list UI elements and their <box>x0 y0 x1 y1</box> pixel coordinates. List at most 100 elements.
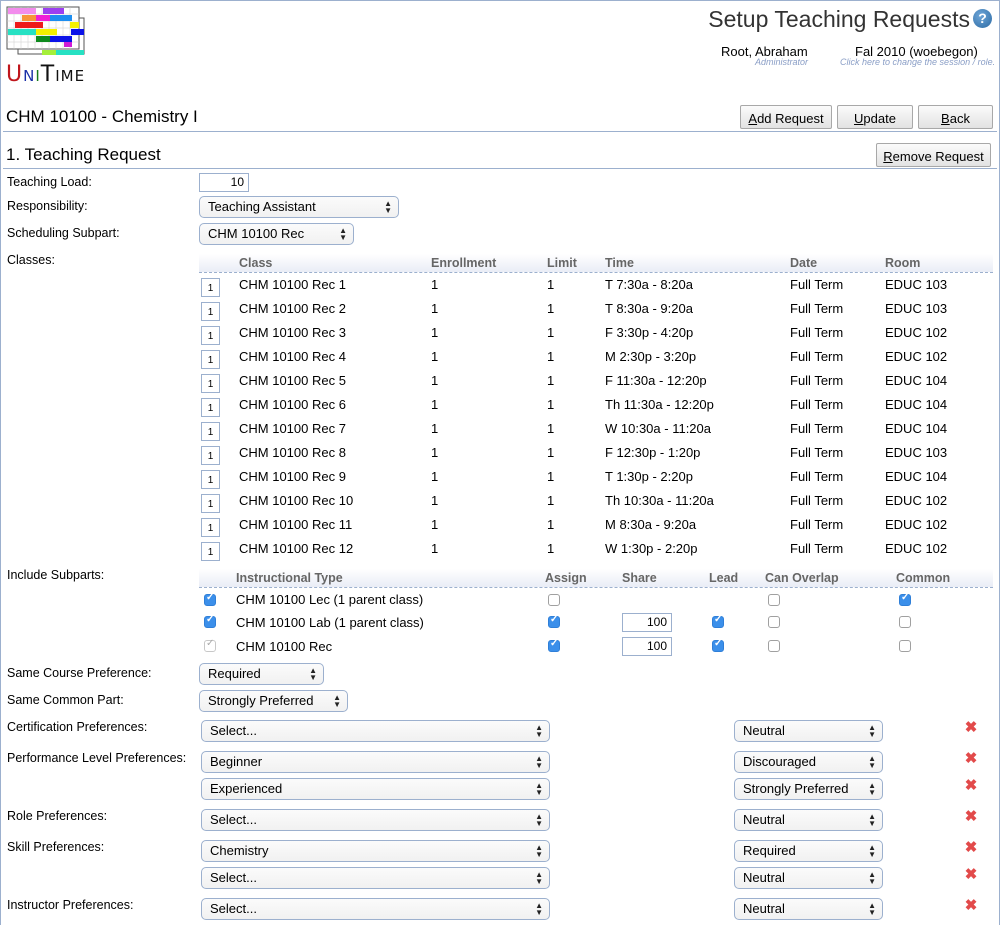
unitime-logo[interactable]: UNITIME <box>6 6 86 88</box>
share-input[interactable]: 100 <box>622 613 672 632</box>
class-count-input[interactable]: 1 <box>201 518 220 537</box>
accel-key: U <box>854 111 864 126</box>
can-overlap-checkbox[interactable] <box>768 640 780 652</box>
select-arrows-icon: ▲ ▼ <box>868 843 876 859</box>
share-input[interactable]: 100 <box>622 637 672 656</box>
room: EDUC 103 <box>885 277 948 292</box>
skill-preference-level-select[interactable]: Required ▲ ▼ <box>734 840 883 862</box>
subpart-type: CHM 10100 Lab (1 parent class) <box>236 615 424 630</box>
performance-preference-select[interactable]: Experienced ▲ ▼ <box>201 778 550 800</box>
column-header-class: Class <box>239 256 273 270</box>
unitime-wordmark: UNITIME <box>6 62 85 87</box>
instructor-preference-select[interactable]: Select... ▲ ▼ <box>201 898 550 920</box>
role-preference-select[interactable]: Select... ▲ ▼ <box>201 809 550 831</box>
date: Full Term <box>790 349 844 364</box>
delete-preference-icon[interactable]: ✖ <box>964 898 978 913</box>
class-count-input[interactable]: 1 <box>201 446 220 465</box>
include-subparts-label: Include Subparts: <box>7 568 105 582</box>
certification-preference-level-select[interactable]: Neutral ▲ ▼ <box>734 720 883 742</box>
delete-preference-icon[interactable]: ✖ <box>964 720 978 735</box>
delete-preference-icon[interactable]: ✖ <box>964 867 978 882</box>
enrollment: 1 <box>431 325 439 340</box>
select-arrows-icon: ▲ ▼ <box>535 754 543 770</box>
can-overlap-checkbox[interactable] <box>768 616 780 628</box>
limit: 1 <box>547 325 555 340</box>
select-arrows-icon: ▲ ▼ <box>535 870 543 886</box>
delete-preference-icon[interactable]: ✖ <box>964 809 978 824</box>
teaching-load-input[interactable]: 10 <box>199 173 249 192</box>
select-arrows-icon: ▲ ▼ <box>868 870 876 886</box>
performance-preference-level-select[interactable]: Strongly Preferred ▲ ▼ <box>734 778 883 800</box>
selected-value: Chemistry <box>210 843 269 858</box>
select-arrows-icon: ▲ ▼ <box>868 723 876 739</box>
course-title: CHM 10100 - Chemistry I <box>6 107 198 126</box>
lead-checkbox[interactable] <box>712 638 724 652</box>
include-subpart-checkbox[interactable] <box>204 592 216 606</box>
remove-request-button[interactable]: Remove Request <box>876 143 991 167</box>
same-common-select[interactable]: Strongly Preferred ▲ ▼ <box>199 690 348 712</box>
classes-table-header <box>199 254 993 272</box>
assign-checkbox[interactable] <box>548 614 560 628</box>
selected-value: CHM 10100 Rec <box>208 226 305 241</box>
skill-preference-select[interactable]: Chemistry ▲ ▼ <box>201 840 550 862</box>
class-count-input[interactable]: 1 <box>201 494 220 513</box>
selected-value: Discouraged <box>743 754 816 769</box>
add-request-button[interactable]: Add Request <box>740 105 832 129</box>
classes-label: Classes: <box>7 253 55 267</box>
scheduling-subpart-select[interactable]: CHM 10100 Rec ▲ ▼ <box>199 223 354 245</box>
performance-preference-select[interactable]: Beginner ▲ ▼ <box>201 751 550 773</box>
common-checkbox[interactable] <box>899 640 911 652</box>
assign-checkbox[interactable] <box>548 594 560 606</box>
date: Full Term <box>790 277 844 292</box>
delete-preference-icon[interactable]: ✖ <box>964 751 978 766</box>
same-course-select[interactable]: Required ▲ ▼ <box>199 663 324 685</box>
class-count-input[interactable]: 1 <box>201 398 220 417</box>
selected-value: Neutral <box>743 723 785 738</box>
role-preference-level-select[interactable]: Neutral ▲ ▼ <box>734 809 883 831</box>
session-change-hint[interactable]: Click here to change the session / role. <box>840 57 995 67</box>
class-count-input[interactable]: 1 <box>201 374 220 393</box>
delete-preference-icon[interactable]: ✖ <box>964 778 978 793</box>
class-count-input[interactable]: 1 <box>201 278 220 297</box>
enrollment: 1 <box>431 421 439 436</box>
enrollment: 1 <box>431 445 439 460</box>
class-count-input[interactable]: 1 <box>201 470 220 489</box>
select-arrows-icon: ▲ ▼ <box>535 843 543 859</box>
class-count-input[interactable]: 1 <box>201 350 220 369</box>
enrollment: 1 <box>431 277 439 292</box>
performance-preference-level-select[interactable]: Discouraged ▲ ▼ <box>734 751 883 773</box>
common-checkbox[interactable] <box>899 616 911 628</box>
include-subpart-checkbox[interactable] <box>204 614 216 628</box>
date: Full Term <box>790 493 844 508</box>
select-arrows-icon: ▲ ▼ <box>868 754 876 770</box>
selected-value: Strongly Preferred <box>743 781 849 796</box>
class-count-input[interactable]: 1 <box>201 326 220 345</box>
update-button[interactable]: Update <box>837 105 913 129</box>
certification-preference-select[interactable]: Select... ▲ ▼ <box>201 720 550 742</box>
class-count-input[interactable]: 1 <box>201 302 220 321</box>
date: Full Term <box>790 301 844 316</box>
common-checkbox[interactable] <box>899 592 911 606</box>
help-icon[interactable]: ? <box>973 9 992 28</box>
limit: 1 <box>547 349 555 364</box>
can-overlap-checkbox[interactable] <box>768 594 780 606</box>
performance-preferences-label: Performance Level Preferences: <box>7 751 187 765</box>
class-count-input[interactable]: 1 <box>201 422 220 441</box>
delete-preference-icon[interactable]: ✖ <box>964 840 978 855</box>
skill-preference-select[interactable]: Select... ▲ ▼ <box>201 867 550 889</box>
instructor-preference-level-select[interactable]: Neutral ▲ ▼ <box>734 898 883 920</box>
time: F 12:30p - 1:20p <box>605 445 701 460</box>
lead-checkbox[interactable] <box>712 614 724 628</box>
responsibility-select[interactable]: Teaching Assistant ▲ ▼ <box>199 196 399 218</box>
enrollment: 1 <box>431 373 439 388</box>
class-count-input[interactable]: 1 <box>201 542 220 561</box>
date: Full Term <box>790 517 844 532</box>
back-button[interactable]: Back <box>918 105 993 129</box>
time: Th 10:30a - 11:20a <box>605 493 714 508</box>
skill-preference-level-select[interactable]: Neutral ▲ ▼ <box>734 867 883 889</box>
room: EDUC 103 <box>885 301 948 316</box>
room: EDUC 103 <box>885 445 948 460</box>
user-role[interactable]: Administrator <box>755 57 808 67</box>
class-name: CHM 10100 Rec 7 <box>239 421 346 436</box>
assign-checkbox[interactable] <box>548 638 560 652</box>
